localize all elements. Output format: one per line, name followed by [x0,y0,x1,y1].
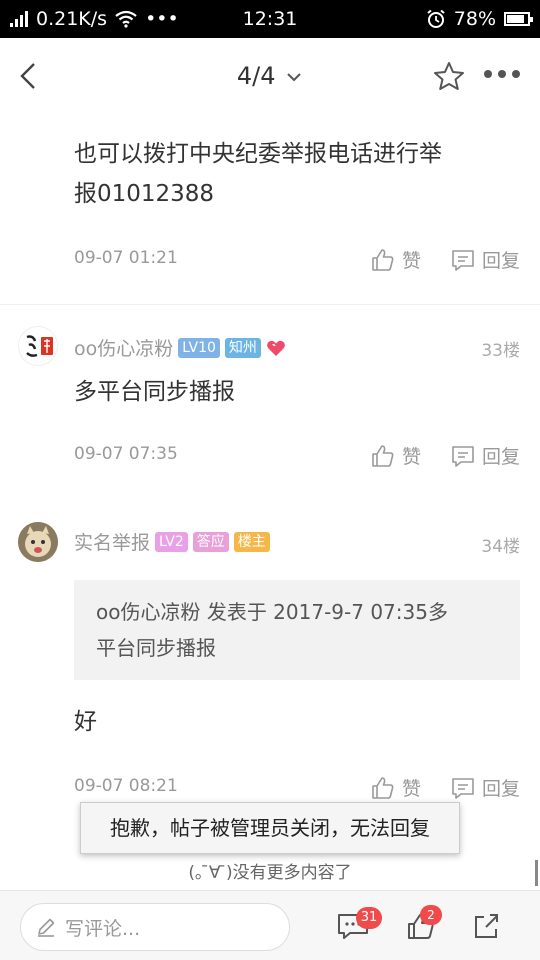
comment-time: 09-07 08:21 [74,776,178,796]
comment-text: 好 [74,709,97,735]
username[interactable]: 实名举报 [74,528,150,555]
reply-bubble-icon [452,249,474,271]
comment-placeholder: 写评论... [65,917,141,940]
pencil-icon [38,918,55,937]
scrollbar[interactable] [535,860,538,886]
username[interactable]: oo伤心凉粉 [74,334,173,361]
no-more-content-label: (｡ ̄∀ ̄)没有更多内容了 [188,863,352,883]
heart-icon [267,340,285,356]
chevron-down-icon [287,73,301,82]
owner-badge: 楼主 [233,531,270,552]
toast-message: 抱歉，帖子被管理员关闭，无法回复 [80,802,460,854]
like-button[interactable]: 赞 [370,774,421,801]
title-badge: 答应 [192,531,229,552]
post-text: 也可以拨打中央纪委举报电话进行举 报01012388 [74,141,442,207]
thumbs-up-icon [372,248,394,271]
level-badge: LV10 [178,337,220,358]
avatar-calligraphy-image [19,327,57,365]
share-icon[interactable] [472,911,500,941]
reply-button[interactable]: 回复 [450,442,520,469]
like-button[interactable]: 赞 [370,246,421,273]
divider [0,304,540,305]
avatar-cat-image [18,522,58,562]
reply-bubble-icon [452,777,474,799]
battery-percent: 78% [453,8,496,30]
post-time: 09-07 01:21 [74,248,178,268]
title-badge: 知州 [224,337,261,358]
comment-input[interactable]: 写评论... [20,903,290,951]
reply-button[interactable]: 回复 [450,246,520,273]
status-bar: 0.21K/s ••• 12:31 78% [0,0,540,38]
more-options-icon[interactable] [484,70,524,82]
like-button[interactable]: 赞 [370,442,421,469]
comment-author: 实名举报 LV2 答应 楼主 [74,528,270,555]
level-badge: LV2 [155,531,188,552]
comment-text: 多平台同步播报 [74,379,235,405]
reply-button[interactable]: 回复 [450,774,520,801]
comment-author: oo伤心凉粉 LV10 知州 [74,334,286,361]
thumbs-up-icon [372,444,394,467]
reply-bubble-icon [452,445,474,467]
bottom-bar: 写评论... 31 2 [0,890,540,960]
favorite-star-icon[interactable] [432,60,466,92]
comment-list: 也可以拨打中央纪委举报电话进行举 报01012388 09-07 01:21 赞… [0,114,540,890]
top-nav: 4/4 [0,38,540,114]
avatar[interactable] [18,522,58,562]
floor-number: 33楼 [481,341,520,361]
avatar[interactable] [18,326,58,366]
comment-count-badge: 31 [356,907,382,929]
alarm-icon [427,9,445,28]
like-count-badge: 2 [420,905,442,925]
floor-number: 34楼 [481,537,520,557]
battery-icon [504,12,533,26]
comment-time: 09-07 07:35 [74,444,178,464]
page-indicator: 4/4 [236,62,276,90]
quoted-comment: oo伤心凉粉 发表于 2017-9-7 07:35多 平台同步播报 [74,580,520,680]
thumbs-up-icon [372,776,394,799]
